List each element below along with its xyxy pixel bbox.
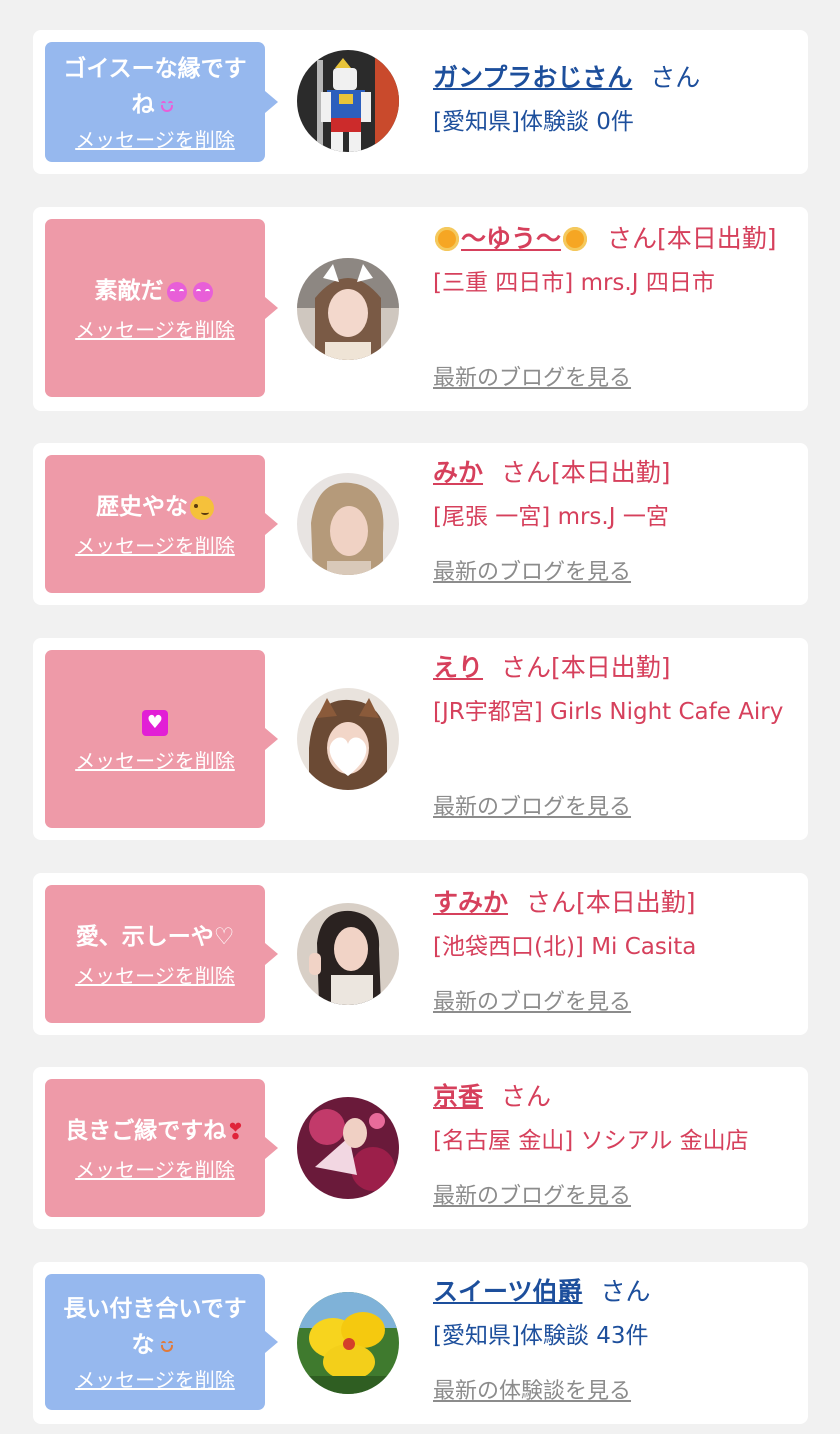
- avatar[interactable]: [297, 473, 399, 575]
- message-bubble: 愛、示しーや♡ メッセージを削除: [45, 885, 278, 1023]
- member-detail: [名古屋 金山] ソシアル 金山店: [433, 1128, 749, 1154]
- latest-blog-link[interactable]: 最新のブログを見る: [433, 364, 631, 394]
- heart-box-emoji-icon: ♥: [142, 709, 168, 736]
- avatar[interactable]: [297, 1292, 399, 1394]
- delete-message-link[interactable]: メッセージを削除: [75, 317, 235, 343]
- smiling-devil-emoji-icon: [192, 281, 213, 302]
- delete-message-link[interactable]: メッセージを削除: [75, 1367, 235, 1393]
- avatar[interactable]: [297, 50, 399, 152]
- member-info: えり さん[本日出勤] [JR宇都宮] Girls Night Cafe Airy: [433, 648, 788, 732]
- delete-message-link[interactable]: メッセージを削除: [75, 127, 235, 153]
- member-name-link[interactable]: すみか: [433, 888, 508, 917]
- message-bubble: ゴイスーな縁です ね メッセージを削除: [45, 42, 278, 162]
- latest-blog-link[interactable]: 最新のブログを見る: [433, 1182, 631, 1212]
- member-name-link[interactable]: みか: [433, 458, 483, 487]
- member-info: みか さん[本日出勤] [尾張 一宮] mrs.J 一宮: [433, 453, 788, 537]
- message-bubble: 長い付き合いです な メッセージを削除: [45, 1274, 278, 1410]
- latest-blog-link[interactable]: 最新のブログを見る: [433, 793, 631, 823]
- member-detail: [愛知県]体験談 43件: [433, 1323, 649, 1349]
- member-name-line: みか さん[本日出勤]: [433, 453, 788, 493]
- message-text: 長い付き合いです な: [63, 1296, 247, 1358]
- latest-blog-link[interactable]: 最新のブログを見る: [433, 558, 631, 588]
- name-suffix: さん: [501, 1082, 552, 1111]
- delete-message-link[interactable]: メッセージを削除: [75, 748, 235, 774]
- member-name-link[interactable]: スイーツ伯爵: [433, 1277, 583, 1306]
- avatar[interactable]: [297, 1097, 399, 1199]
- member-detail: [三重 四日市] mrs.J 四日市: [433, 270, 715, 296]
- sunflower-icon: [563, 227, 588, 251]
- woozy-face-emoji-icon: [190, 495, 214, 520]
- laughing-face-emoji-icon: [158, 1339, 176, 1353]
- name-suffix: さん[本日出勤]: [607, 224, 777, 253]
- member-info: ガンプラおじさん さん [愛知県]体験談 0件: [433, 58, 788, 142]
- member-name-line: 〜ゆう〜 さん[本日出勤]: [433, 219, 788, 259]
- message-card: 良きご縁ですね❣ メッセージを削除 京香 さん [名古屋 金山] ソシアル 金山店…: [33, 1067, 808, 1229]
- member-detail: [池袋西口(北)] Mi Casita: [433, 934, 697, 960]
- member-info: 京香 さん [名古屋 金山] ソシアル 金山店: [433, 1077, 788, 1161]
- message-card: ♥ メッセージを削除 えり さん[本日出勤] [JR宇都宮] Girls Nigh…: [33, 638, 808, 840]
- latest-review-link[interactable]: 最新の体験談を見る: [433, 1377, 631, 1407]
- name-suffix: さん[本日出勤]: [526, 888, 696, 917]
- message-list: ゴイスーな縁です ね メッセージを削除 ガンプラおじさん さん [愛知県]体験談…: [0, 0, 840, 1434]
- latest-blog-link[interactable]: 最新のブログを見る: [433, 988, 631, 1018]
- sunflower-icon: [435, 227, 459, 251]
- message-text: 素敵だ: [95, 273, 216, 309]
- member-info: スイーツ伯爵 さん [愛知県]体験談 43件: [433, 1272, 788, 1356]
- member-info: すみか さん[本日出勤] [池袋西口(北)] Mi Casita: [433, 883, 788, 967]
- message-text: 良きご縁ですね❣: [65, 1113, 244, 1150]
- member-detail: [尾張 一宮] mrs.J 一宮: [433, 504, 669, 530]
- message-card: 素敵だ メッセージを削除 〜ゆう〜 さん[本日出勤] [三重 四日市] mrs.J…: [33, 207, 808, 411]
- message-text: ♥: [142, 704, 168, 740]
- avatar[interactable]: [297, 688, 399, 790]
- laughing-face-emoji-icon: [158, 99, 176, 113]
- message-bubble: ♥ メッセージを削除: [45, 650, 278, 828]
- message-text: 愛、示しーや♡: [75, 924, 235, 950]
- message-bubble: 素敵だ メッセージを削除: [45, 219, 278, 397]
- member-info: 〜ゆう〜 さん[本日出勤] [三重 四日市] mrs.J 四日市: [433, 219, 788, 303]
- avatar[interactable]: [297, 258, 399, 360]
- member-detail: [愛知県]体験談 0件: [433, 109, 634, 135]
- message-card: ゴイスーな縁です ね メッセージを削除 ガンプラおじさん さん [愛知県]体験談…: [33, 30, 808, 174]
- member-name-link[interactable]: ガンプラおじさん: [433, 63, 632, 92]
- message-bubble: 歴史やな メッセージを削除: [45, 455, 278, 593]
- delete-message-link[interactable]: メッセージを削除: [75, 533, 235, 559]
- delete-message-link[interactable]: メッセージを削除: [75, 1157, 235, 1183]
- two-hearts-emoji-icon: ❣: [226, 1120, 245, 1146]
- name-suffix: さん: [600, 1277, 651, 1306]
- message-card: 歴史やな メッセージを削除 みか さん[本日出勤] [尾張 一宮] mrs.J 一…: [33, 443, 808, 605]
- message-text: 歴史やな: [96, 489, 214, 525]
- member-name-link[interactable]: 京香: [433, 1082, 483, 1111]
- name-suffix: さん: [650, 63, 701, 92]
- name-suffix: さん[本日出勤]: [501, 653, 671, 682]
- member-name-line: えり さん[本日出勤]: [433, 648, 788, 688]
- member-name-link[interactable]: えり: [433, 653, 483, 682]
- delete-message-link[interactable]: メッセージを削除: [75, 963, 235, 989]
- message-text: ゴイスーな縁です ね: [63, 56, 247, 118]
- message-bubble: 良きご縁ですね❣ メッセージを削除: [45, 1079, 278, 1217]
- member-detail: [JR宇都宮] Girls Night Cafe Airy: [433, 699, 784, 725]
- member-name-line: 京香 さん: [433, 1077, 788, 1117]
- avatar[interactable]: [297, 903, 399, 1005]
- message-card: 長い付き合いです な メッセージを削除 スイーツ伯爵 さん [愛知県]体験談 43…: [33, 1262, 808, 1424]
- message-card: 愛、示しーや♡ メッセージを削除 すみか さん[本日出勤] [池袋西口(北)] M…: [33, 873, 808, 1035]
- member-name-link[interactable]: 〜ゆう〜: [433, 224, 589, 253]
- member-name-line: スイーツ伯爵 さん: [433, 1272, 788, 1312]
- member-name-line: すみか さん[本日出勤]: [433, 883, 788, 923]
- member-name-line: ガンプラおじさん さん: [433, 58, 788, 98]
- name-suffix: さん[本日出勤]: [501, 458, 671, 487]
- smiling-devil-emoji-icon: [166, 281, 187, 302]
